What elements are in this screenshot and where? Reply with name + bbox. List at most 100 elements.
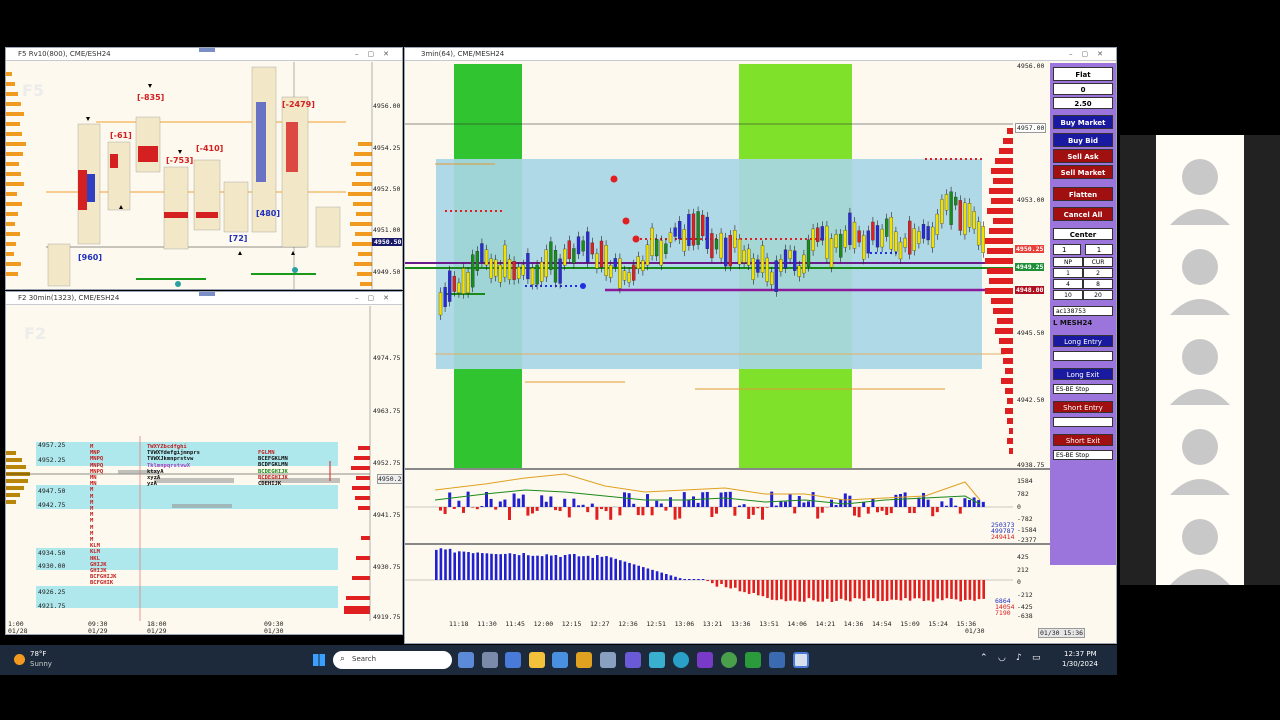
candle-body [756,259,760,273]
clock-time[interactable]: 12:37 PM [1064,650,1097,658]
osc2-bar [582,556,585,580]
clock-date[interactable]: 1/30/2024 [1062,660,1098,668]
chrome-icon[interactable] [721,652,737,668]
time-axis-label: 14:54 [872,620,892,628]
battery-icon[interactable]: ▭ [1032,653,1041,663]
account-select[interactable]: ac138753 [1053,306,1113,316]
osc1-bar [632,503,636,507]
app-icon[interactable] [625,652,641,668]
candle-body [760,245,765,273]
candle-body [719,232,723,259]
short-exit-button[interactable]: Short Exit [1053,434,1113,446]
osc1-bar [880,507,884,511]
task-view-icon[interactable] [482,652,498,668]
candle-body [687,214,691,246]
weather-temp[interactable]: 78°F [30,650,46,658]
app-icon[interactable] [769,652,785,668]
osc2-bar [481,553,484,580]
weather-icon[interactable] [14,654,25,665]
osc2-bar [964,580,967,600]
qty-grid-button[interactable]: 10 [1053,290,1083,300]
candle-body [489,258,493,279]
qty-grid-button[interactable]: 20 [1083,290,1113,300]
long-exit-strategy-select[interactable]: ES-BE Stop [1053,384,1113,394]
flatten-button[interactable]: Flatten [1053,187,1113,201]
edge-icon[interactable] [673,652,689,668]
visual-studio-icon[interactable] [697,652,713,668]
weather-desc[interactable]: Sunny [30,660,52,668]
f5-delta-label: [-2479] [282,100,315,109]
long-entry-button[interactable]: Long Entry [1053,335,1113,347]
f5-delta-label: [-61] [110,131,132,140]
photos-icon[interactable] [649,652,665,668]
file-explorer-icon[interactable] [529,652,545,668]
buy-market-button[interactable]: Buy Market [1053,115,1113,129]
window-controls[interactable]: –▢✕ [355,292,398,304]
window-controls[interactable]: –▢✕ [1069,48,1112,60]
widgets-icon[interactable] [458,652,474,668]
qty-grid-button[interactable]: 2 [1083,268,1113,278]
main-title-bar[interactable]: 3min(64), CME/MESH24 –▢✕ [405,48,1116,61]
main-price-tick: 4953.00 [1017,196,1045,204]
long-entry-select[interactable] [1053,351,1113,361]
osc2-bar [674,576,677,580]
center-button[interactable]: Center [1053,228,1113,240]
qty-grid-button[interactable]: 4 [1053,279,1083,289]
app-icon[interactable] [576,652,592,668]
osc2-bar [959,580,962,602]
qty-grid-button[interactable]: 8 [1083,279,1113,289]
short-entry-select[interactable] [1053,417,1113,427]
osc1-bar [526,507,530,516]
osc2-bar [766,580,769,599]
short-exit-strategy-select[interactable]: ES-BE Stop [1053,450,1113,460]
qty-preset[interactable]: 1 [1085,244,1113,255]
np-button[interactable]: NP [1053,257,1083,267]
drag-handle[interactable] [199,292,215,296]
settings-icon[interactable] [600,652,616,668]
osc2-bar [982,580,985,599]
main-chart-window[interactable]: 3min(64), CME/MESH24 –▢✕ 4957.00 4950.25 [404,47,1117,644]
start-button-icon[interactable] [313,654,325,666]
buy-bid-button[interactable]: Buy Bid [1053,133,1113,147]
long-exit-button[interactable]: Long Exit [1053,368,1113,380]
osc2-bar [729,580,732,589]
tray-chevron-icon[interactable]: ⌃ [980,653,988,663]
cur-button[interactable]: CUR [1083,257,1113,267]
f5-chart-window[interactable]: F5 Rv10(800), CME/ESH24 –▢✕ F5 [-835] [-… [5,47,403,290]
osc2-bar [471,553,475,580]
osc1-bar [618,507,622,516]
cancel-all-button[interactable]: Cancel All [1053,207,1113,221]
candle-body [967,203,972,228]
osc2-bar [904,580,907,599]
window-controls[interactable]: –▢✕ [355,48,398,60]
osc2-bar [881,580,884,601]
short-entry-button[interactable]: Short Entry [1053,401,1113,413]
sell-ask-button[interactable]: Sell Ask [1053,149,1113,163]
app-icon[interactable] [745,652,761,668]
store-icon[interactable] [552,652,568,668]
qty-input[interactable]: 1 [1053,244,1081,255]
osc1-bar [558,507,562,511]
qty-grid-button[interactable]: 1 [1053,268,1083,278]
osc2-value: 7190 [995,609,1011,617]
sell-market-button[interactable]: Sell Market [1053,165,1113,179]
participant-avatars [1170,159,1230,585]
osc1-bar [623,492,626,507]
main-price-tick: 4956.00 [1017,62,1045,70]
osc1-bar [452,507,456,509]
chat-icon[interactable] [505,652,521,668]
volume-icon[interactable]: ♪ [1016,653,1022,663]
osc1-bar [857,507,861,518]
search-box[interactable]: ⌕ Search [333,651,452,669]
candle-body [618,258,622,289]
candle-body [843,230,847,248]
drag-handle[interactable] [199,48,215,52]
osc1-bar [531,507,534,514]
wifi-icon[interactable]: ◡ [998,653,1006,663]
candle-body [848,212,852,245]
osc1-bar [664,507,668,511]
candle-body [852,221,857,249]
osc2-bar [508,553,512,580]
active-app-icon[interactable] [793,652,809,668]
f2-chart-window[interactable]: F2 30min(1323), CME/ESH24 –▢✕ F2 4957.25… [5,291,403,635]
